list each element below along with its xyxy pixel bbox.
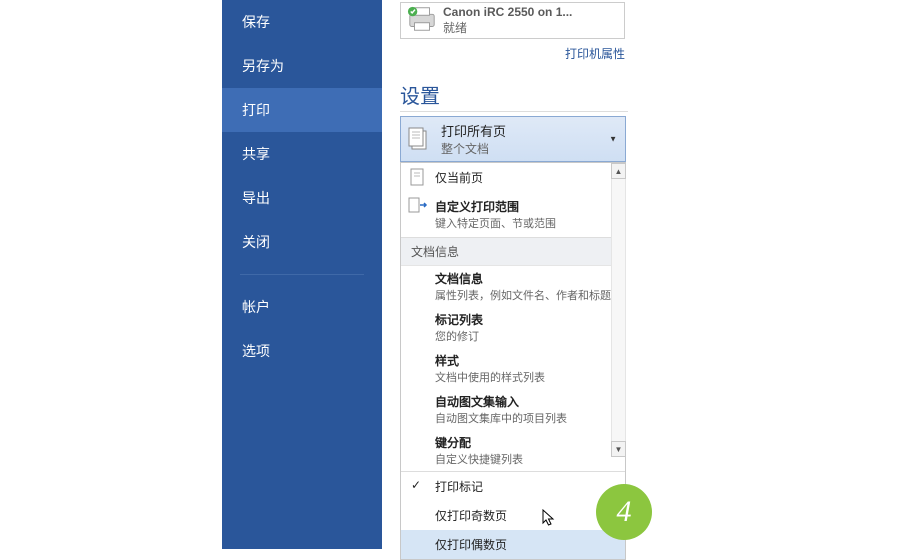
sidebar-item-export[interactable]: 导出 [222,176,382,220]
sidebar-item-share[interactable]: 共享 [222,132,382,176]
print-range-dropdown[interactable]: 打印所有页 整个文档 ▼ [400,116,626,162]
print-range-menu: ▲ ▼ 仅当前页 自定义打印范围 键入特定页面、节或范围 文档信息 文档信息 [400,162,626,560]
step-badge: 4 [596,484,652,540]
menu-item-docinfo[interactable]: 文档信息 属性列表，例如文件名、作者和标题 [401,266,625,307]
menu-item-even-pages[interactable]: 仅打印偶数页 [401,530,625,559]
sidebar-item-save[interactable]: 保存 [222,0,382,44]
printer-properties-link[interactable]: 打印机属性 [400,45,625,62]
print-panel: Canon iRC 2550 on 1... 就绪 ▲ 打印机属性 设置 打印所… [382,0,900,549]
menu-item-current-page[interactable]: 仅当前页 [401,163,625,192]
menu-item-keys[interactable]: 键分配 自定义快捷键列表 [401,430,625,471]
menu-item-marklist[interactable]: 标记列表 您的修订 [401,307,625,348]
page-icon [407,167,429,187]
menu-item-custom-range[interactable]: 自定义打印范围 键入特定页面、节或范围 [401,192,625,237]
menu-group-docinfo: 文档信息 [401,237,625,266]
menu-item-autotext[interactable]: 自动图文集输入 自动图文集库中的项目列表 [401,389,625,430]
pages-icon [407,126,433,152]
sidebar-divider [240,274,364,275]
settings-heading: 设置 [400,80,628,112]
dropdown-selected-title: 打印所有页 [441,121,506,140]
page-arrow-icon [407,196,429,216]
printer-status: 就绪 [443,19,572,36]
menu-item-print-marks[interactable]: ✓ 打印标记 [401,472,625,501]
chevron-down-icon: ▼ [609,135,617,144]
menu-item-styles[interactable]: 样式 文档中使用的样式列表 [401,348,625,389]
backstage-sidebar: 保存 另存为 打印 共享 导出 关闭 帐户 选项 [222,0,382,549]
menu-scroll-down[interactable]: ▼ [611,441,626,457]
menu-item-odd-pages[interactable]: 仅打印奇数页 [401,501,625,530]
sidebar-item-close[interactable]: 关闭 [222,220,382,264]
printer-selector[interactable]: Canon iRC 2550 on 1... 就绪 [400,2,625,39]
sidebar-item-account[interactable]: 帐户 [222,285,382,329]
check-icon: ✓ [411,478,421,492]
dropdown-selected-subtitle: 整个文档 [441,140,506,157]
printer-name: Canon iRC 2550 on 1... [443,5,572,19]
sidebar-item-print[interactable]: 打印 [222,88,382,132]
sidebar-item-saveas[interactable]: 另存为 [222,44,382,88]
printer-icon [407,5,437,33]
sidebar-item-options[interactable]: 选项 [222,329,382,373]
